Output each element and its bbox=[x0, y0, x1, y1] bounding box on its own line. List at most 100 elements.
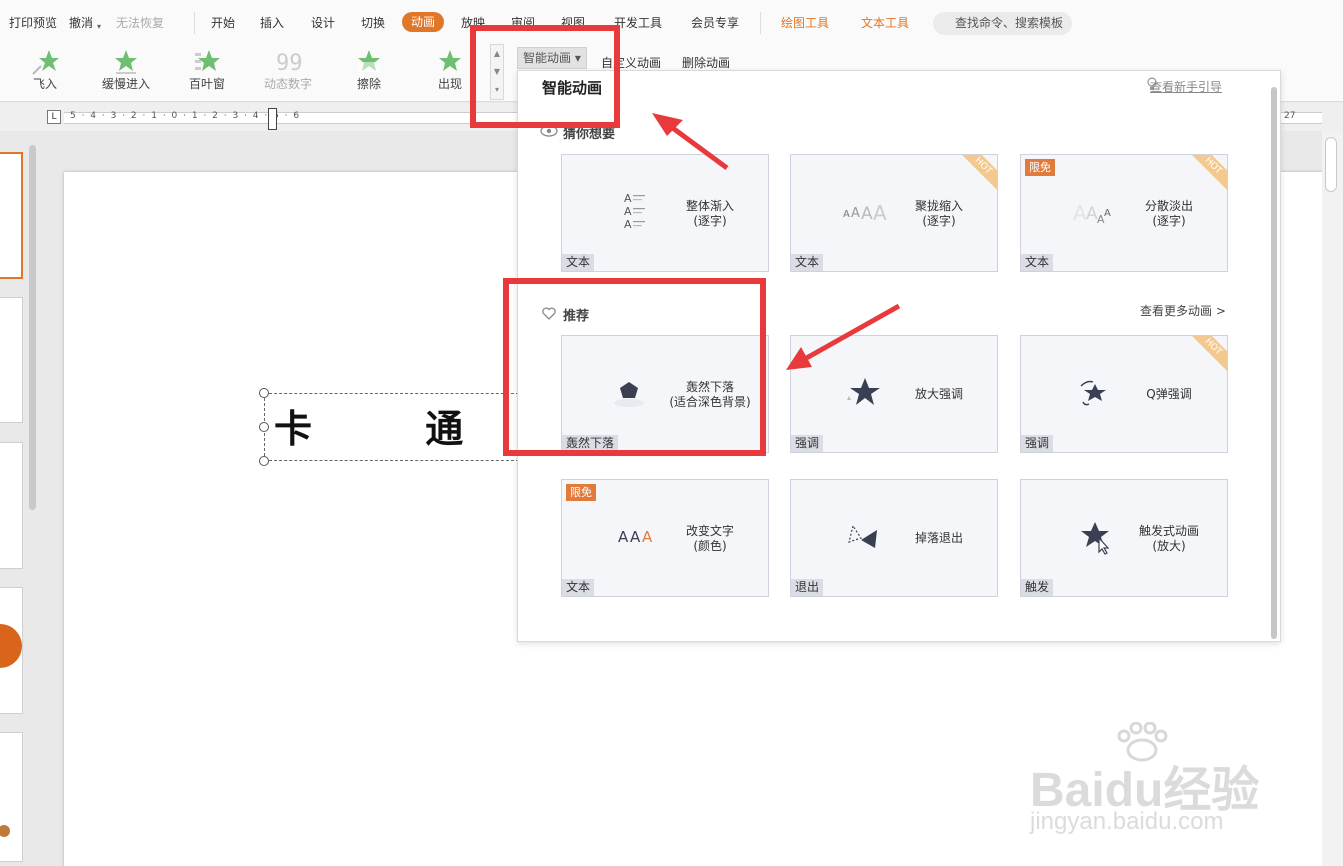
effect-label: 擦除 bbox=[356, 77, 381, 91]
animation-card-gather-shrink[interactable]: HOT A A A A 聚拢缩入 (逐字) 文本 bbox=[790, 154, 998, 272]
animation-card-drop-exit[interactable]: 掉落退出 退出 bbox=[790, 479, 998, 597]
aaa-color-icon: A A A bbox=[618, 528, 653, 546]
slide-thumbnail-pane bbox=[0, 131, 40, 866]
tab-animation[interactable]: 动画 bbox=[402, 12, 445, 32]
card-subtitle: (颜色) bbox=[693, 539, 727, 553]
card-title: 掉落退出 bbox=[889, 531, 989, 546]
card-subtitle: (逐字) bbox=[922, 214, 956, 228]
text-lines-icon: A A A bbox=[624, 192, 645, 231]
svg-text:A: A bbox=[843, 209, 850, 220]
animation-card-overall-fade-in[interactable]: A A A 整体渐入 (逐字) 文本 bbox=[561, 154, 769, 272]
svg-text:A: A bbox=[624, 218, 632, 231]
tab-text-tools[interactable]: 文本工具 bbox=[861, 15, 909, 31]
vertical-scrollbar[interactable] bbox=[1322, 131, 1343, 866]
animation-card-scatter-fade[interactable]: 限免 HOT A A A A 分散淡出 (逐字) 文本 bbox=[1020, 154, 1228, 272]
menu-divider bbox=[760, 12, 761, 34]
card-tag: 强调 bbox=[791, 435, 824, 452]
svg-text:A: A bbox=[624, 192, 632, 205]
slide-thumbnail[interactable] bbox=[0, 587, 23, 714]
search-placeholder: 查找命令、搜索模板 bbox=[955, 16, 1064, 30]
tab-design[interactable]: 设计 bbox=[311, 15, 335, 31]
annotation-highlight-box bbox=[470, 25, 620, 128]
redo-button[interactable]: 无法恢复 bbox=[116, 15, 164, 31]
panel-scrollbar[interactable] bbox=[1271, 87, 1277, 639]
card-title-text: 改变文字 bbox=[685, 524, 734, 538]
star-icon bbox=[329, 44, 409, 76]
bouncing-star-icon bbox=[1080, 380, 1106, 406]
limited-free-badge: 限免 bbox=[566, 484, 596, 501]
resize-handle[interactable] bbox=[259, 388, 269, 398]
animation-card-change-text-color[interactable]: 限免 A A A 改变文字 (颜色) 文本 bbox=[561, 479, 769, 597]
print-preview-button[interactable]: 打印预览 bbox=[9, 15, 57, 31]
hot-ribbon: HOT bbox=[953, 155, 997, 196]
tab-home[interactable]: 开始 bbox=[211, 15, 235, 31]
more-animations-link[interactable]: 查看更多动画 > bbox=[1140, 302, 1226, 319]
card-title-text: 整体渐入 bbox=[685, 199, 734, 213]
effect-wipe[interactable]: 擦除 bbox=[329, 44, 409, 100]
svg-text:A: A bbox=[1073, 201, 1087, 225]
card-tag: 文本 bbox=[562, 254, 595, 271]
effect-slow-enter[interactable]: 缓慢进入 bbox=[86, 44, 166, 100]
ruler-numbers: 5 · 4 · 3 · 2 · 1 · 0 · 1 · 2 · 3 · 4 · … bbox=[70, 111, 301, 121]
star-icon bbox=[86, 44, 166, 76]
effect-blinds[interactable]: 百叶窗 bbox=[167, 44, 247, 100]
indent-handle[interactable] bbox=[268, 108, 277, 130]
effect-label: 飞入 bbox=[32, 77, 57, 91]
animation-card-trigger-zoom[interactable]: 触发式动画 (放大) 触发 bbox=[1020, 479, 1228, 597]
digits-icon: 99 bbox=[248, 44, 328, 76]
card-title-text: 触发式动画 bbox=[1138, 524, 1199, 538]
tab-drawing-tools[interactable]: 绘图工具 bbox=[781, 15, 829, 31]
card-title-text: 掉落退出 bbox=[914, 531, 963, 545]
resize-handle[interactable] bbox=[259, 422, 269, 432]
menu-divider bbox=[194, 12, 195, 34]
letters-gather-icon: A A A A bbox=[843, 201, 887, 225]
svg-text:A: A bbox=[851, 206, 860, 221]
effect-dynamic-number[interactable]: 99 动态数字 bbox=[248, 44, 328, 100]
card-tag: 文本 bbox=[562, 579, 595, 596]
card-tag: 文本 bbox=[1021, 254, 1054, 271]
card-title-text: 聚拢缩入 bbox=[914, 199, 963, 213]
tab-member[interactable]: 会员专享 bbox=[691, 15, 739, 31]
star-icon bbox=[847, 378, 880, 405]
beginner-guide-link[interactable]: 查看新手引导 bbox=[1150, 78, 1222, 95]
slide-thumbnail[interactable] bbox=[0, 152, 23, 279]
undo-button[interactable]: 撤消 bbox=[69, 15, 93, 31]
resize-handle[interactable] bbox=[259, 456, 269, 466]
falling-triangle-icon bbox=[848, 524, 877, 548]
thumbnail-scrollbar[interactable] bbox=[29, 145, 36, 510]
card-subtitle: (放大) bbox=[1152, 539, 1186, 553]
star-icon bbox=[5, 44, 85, 76]
hot-ribbon: HOT bbox=[1183, 336, 1227, 377]
slide-thumbnail[interactable] bbox=[0, 442, 23, 569]
card-title: 整体渐入 (逐字) bbox=[660, 199, 760, 229]
card-subtitle: (逐字) bbox=[1152, 214, 1186, 228]
tab-transition[interactable]: 切换 bbox=[361, 15, 385, 31]
slide-thumbnail[interactable] bbox=[0, 297, 23, 423]
card-tag: 强调 bbox=[1021, 435, 1054, 452]
tab-insert[interactable]: 插入 bbox=[260, 15, 284, 31]
hot-ribbon: HOT bbox=[1183, 155, 1227, 196]
card-title: 改变文字 (颜色) bbox=[660, 524, 760, 554]
slide-text[interactable]: 卡 通 小 bbox=[274, 398, 524, 453]
command-search-input[interactable]: 查找命令、搜索模板 bbox=[933, 12, 1072, 35]
svg-text:A: A bbox=[1104, 208, 1111, 219]
svg-text:A: A bbox=[618, 528, 629, 546]
animation-card-zoom-emphasis[interactable]: 放大强调 强调 bbox=[790, 335, 998, 453]
menu-bar: 打印预览 撤消 ▾ 无法恢复 开始 插入 设计 切换 动画 放映 审阅 视图 开… bbox=[0, 0, 1343, 44]
card-title: 分散淡出 (逐字) bbox=[1119, 199, 1219, 229]
slide-thumbnail[interactable] bbox=[0, 732, 23, 862]
ruler-number-right: 27 bbox=[1284, 111, 1296, 121]
undo-dropdown-icon[interactable]: ▾ bbox=[97, 19, 101, 35]
tab-developer[interactable]: 开发工具 bbox=[614, 15, 662, 31]
tab-stop-selector[interactable]: L bbox=[47, 110, 61, 124]
scroll-thumb[interactable] bbox=[1325, 137, 1337, 192]
effect-label: 百叶窗 bbox=[188, 77, 225, 91]
effect-label: 缓慢进入 bbox=[101, 77, 150, 91]
effect-fly-in[interactable]: 飞入 bbox=[5, 44, 85, 100]
star-icon bbox=[167, 44, 247, 76]
limited-free-badge: 限免 bbox=[1025, 159, 1055, 176]
svg-text:A: A bbox=[642, 528, 653, 546]
annotation-highlight-box bbox=[503, 278, 766, 456]
animation-card-bounce-emphasis[interactable]: HOT Q弹强调 强调 bbox=[1020, 335, 1228, 453]
svg-text:A: A bbox=[624, 205, 632, 218]
